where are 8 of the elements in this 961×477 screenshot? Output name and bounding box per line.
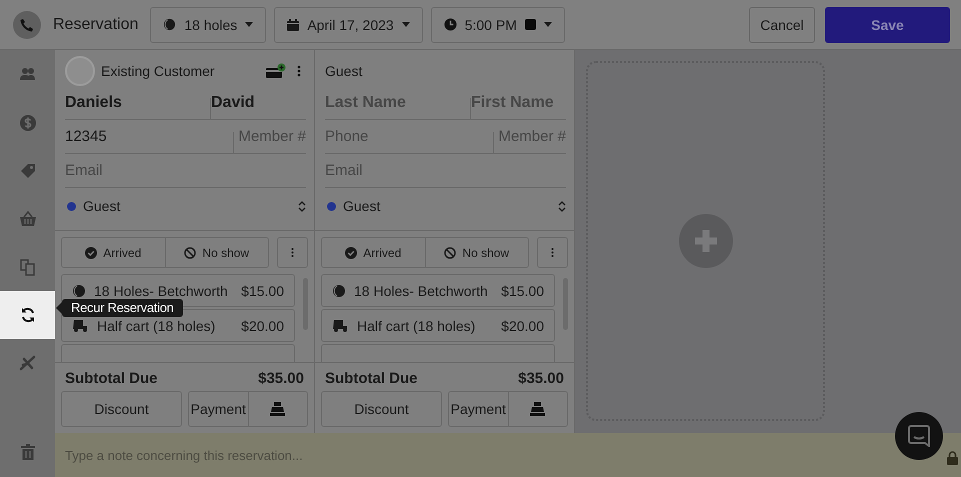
customer-label: Guest [325,63,364,79]
window-title: Reservation [53,16,138,34]
subtotal-label: Subtotal Due [65,370,158,387]
customer-label: Existing Customer [101,63,216,79]
subtotal-amount: $35.00 [518,370,564,387]
subtotal-amount: $35.00 [258,370,304,387]
subtotal-label: Subtotal Due [325,370,418,387]
tooltip: Recur Reservation [56,299,183,317]
